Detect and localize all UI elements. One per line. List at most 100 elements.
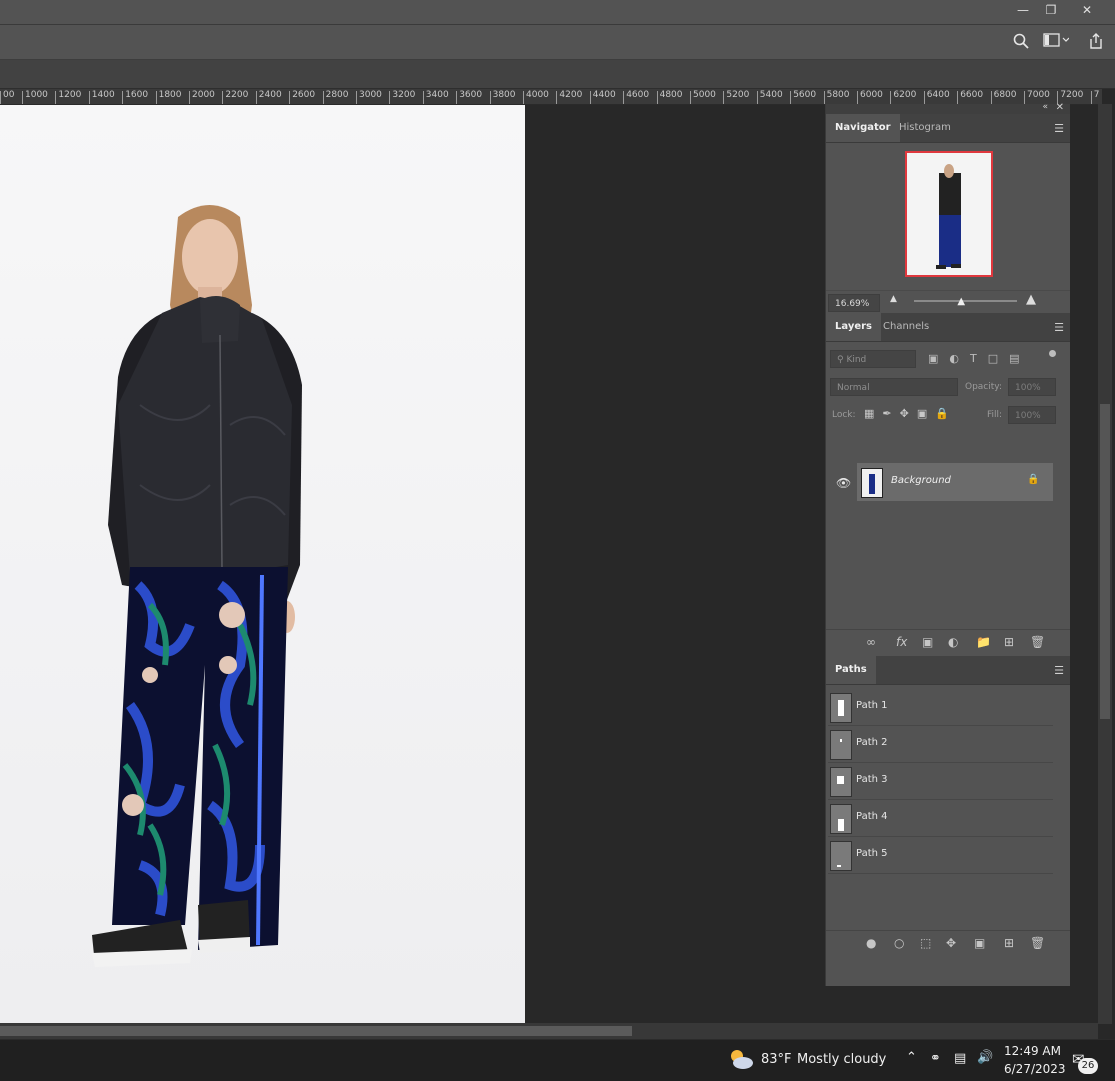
search-icon[interactable] [1013,33,1029,53]
path-row-2[interactable]: Path 2 [828,726,1053,763]
vertical-scrollbar[interactable] [1098,104,1112,1024]
layer-filter-kind[interactable]: ⚲ Kind [830,350,916,368]
ruler-tick-label: 6400 [923,91,950,104]
ruler-tick-label: 3800 [489,91,516,104]
weather-temp[interactable]: 83°F [761,1052,792,1067]
path-row-3[interactable]: Path 3 [828,763,1053,800]
ruler-tick-label: 2000 [189,91,215,104]
network-icon[interactable]: ▤ [954,1051,966,1066]
add-mask-icon[interactable]: ▣ [974,936,985,950]
panel-menu-icon[interactable]: ☰ [1054,664,1064,677]
path-thumbnail [830,693,852,723]
ruler-tick-label: 3600 [456,91,482,104]
horizontal-scrollbar[interactable] [0,1023,1098,1039]
fx-icon[interactable]: fx [896,635,907,649]
layer-mask-icon[interactable]: ▣ [922,635,933,649]
eye-icon[interactable]: 👁 [836,476,851,490]
zoom-field[interactable]: 16.69% [828,294,880,312]
ruler-tick-label: 1200 [55,91,81,104]
collapse-icon[interactable]: « [1042,102,1048,112]
tab-channels[interactable]: Channels [874,313,938,341]
ruler-tick-label: 4600 [623,91,649,104]
panel-menu-icon[interactable]: ☰ [1054,122,1064,135]
delete-layer-icon[interactable]: 🗑 [1030,635,1045,649]
document-image[interactable] [0,105,525,1023]
path-label: Path 2 [856,737,888,748]
show-hidden-icons-icon[interactable]: ⌃ [906,1050,917,1065]
horizontal-scroll-thumb[interactable] [0,1026,632,1036]
opacity-field[interactable]: 100% [1008,378,1056,396]
layer-filter-icons[interactable]: ▣◐T□▤ [928,352,1031,365]
workspace-icon[interactable] [1043,33,1070,51]
share-icon[interactable] [1088,33,1104,53]
fill-field[interactable]: 100% [1008,406,1056,424]
weather-description[interactable]: Mostly cloudy [797,1052,886,1067]
fill-path-icon[interactable]: ● [866,936,876,950]
make-work-path-icon[interactable]: ✥ [946,936,956,950]
ruler-tick-label: 6000 [857,91,883,104]
clock-date[interactable]: 6/27/2023 [1004,1062,1066,1076]
lock-icons[interactable]: ▦✒✥▣🔒 [864,407,957,420]
clock-time[interactable]: 12:49 AM [1004,1044,1061,1058]
ruler-tick-label: 4000 [523,91,549,104]
new-group-icon[interactable]: 📁 [976,635,991,649]
ruler-tick-label: 6800 [990,91,1017,104]
close-icon[interactable]: ✕ [1070,0,1104,22]
ruler-tick-label: 2200 [222,91,248,104]
zoom-slider-thumb[interactable]: ▲ [957,296,965,307]
notification-badge[interactable]: 26 [1078,1058,1098,1074]
new-layer-icon[interactable]: ⊞ [1004,635,1014,649]
blend-mode-select[interactable]: Normal [830,378,958,396]
model-photo [92,205,302,967]
path-row-5[interactable]: Path 5 [828,837,1053,874]
tab-paths[interactable]: Paths [826,656,876,684]
path-label: Path 4 [856,811,888,822]
tab-navigator[interactable]: Navigator [826,114,900,142]
adjustment-layer-icon[interactable]: ◐ [948,635,958,649]
new-path-icon[interactable]: ⊞ [1004,936,1014,950]
load-selection-icon[interactable]: ⬚ [920,936,931,950]
meet-icon[interactable]: ⚭ [930,1051,941,1066]
ruler-tick-label: 4200 [556,91,582,104]
volume-icon[interactable]: 🔊 [977,1050,993,1065]
fill-value: 100% [1015,411,1041,421]
weather-icon[interactable] [728,1048,754,1074]
ruler-tick-label: 7 [1090,91,1100,104]
options-bar [0,25,1115,60]
lock-label: Lock: [832,410,856,420]
tab-histogram[interactable]: Histogram [890,114,960,142]
ruler-tick-label: 1800 [155,91,182,104]
stroke-path-icon[interactable]: ○ [894,936,904,950]
zoom-out-icon[interactable]: ▲ [890,294,897,304]
ruler-tick-label: 5200 [723,91,749,104]
delete-path-icon[interactable]: 🗑 [1030,936,1045,950]
link-layers-icon[interactable]: ∞ [866,635,876,649]
paths-panel: Path 1 Path 2 Path 3 Path 4 Path 5 ● ○ ⬚… [826,685,1070,957]
path-row-1[interactable]: Path 1 [828,689,1053,726]
canvas-area[interactable] [0,105,825,1023]
path-row-4[interactable]: Path 4 [828,800,1053,837]
panel-dock: « ✕ Navigator Histogram ☰ 16.69% ▲ ▲ ▲ L… [825,102,1070,986]
ruler-tick-label: 5000 [690,91,716,104]
vertical-scroll-thumb[interactable] [1100,404,1110,719]
ruler-tick-label: 5800 [823,91,850,104]
filter-toggle-icon[interactable] [1049,350,1056,357]
layer-row-background[interactable]: Background 🔒 [857,463,1053,501]
close-panel-icon[interactable]: ✕ [1056,102,1064,113]
navigator-view-box[interactable] [905,151,993,277]
path-label: Path 3 [856,774,888,785]
ruler-tick-label: 3400 [422,91,449,104]
restore-icon[interactable]: ❐ [1034,0,1068,22]
opacity-label: Opacity: [965,382,1002,392]
panel-menu-icon[interactable]: ☰ [1054,321,1064,334]
layer-name[interactable]: Background [891,475,951,486]
tab-layers[interactable]: Layers [826,313,881,341]
filter-kind-label: Kind [846,355,867,365]
opacity-value: 100% [1015,383,1041,393]
zoom-in-icon[interactable]: ▲ [1026,292,1036,307]
path-label: Path 5 [856,848,888,859]
title-bar: — ❐ ✕ [0,0,1115,25]
path-thumbnail [830,730,852,760]
zoom-slider[interactable] [914,300,1017,302]
navigator-preview[interactable] [826,143,1070,290]
